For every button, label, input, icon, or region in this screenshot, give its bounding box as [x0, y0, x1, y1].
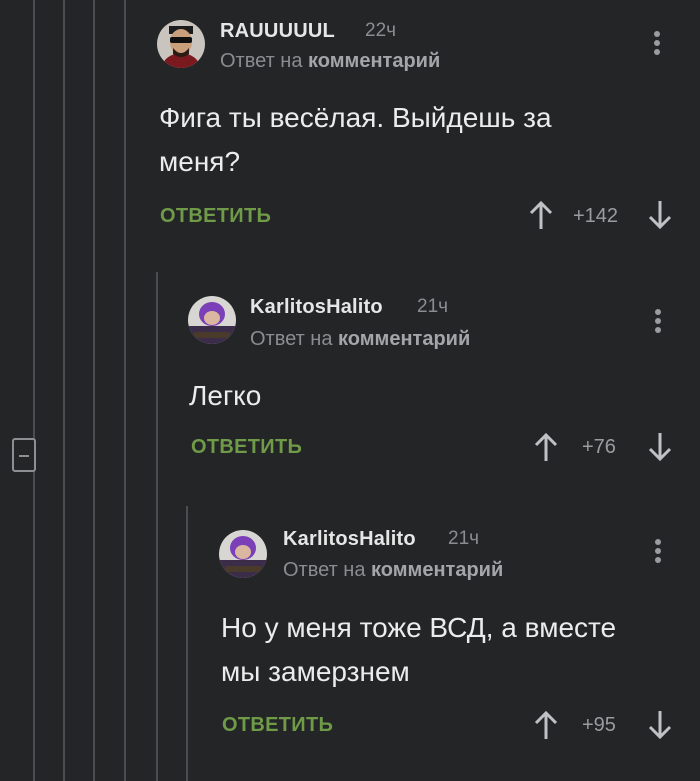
author-name[interactable]: KarlitosHalito — [250, 296, 383, 319]
reply-button[interactable]: ОТВЕТИТЬ — [222, 714, 333, 737]
downvote-arrow-icon[interactable] — [647, 200, 673, 230]
comment-text: Легко — [189, 374, 261, 418]
thread-line — [124, 0, 126, 781]
collapse-thread-button[interactable] — [12, 438, 36, 472]
rating-count: +95 — [582, 714, 616, 736]
comment: KarlitosHalito 21ч Ответ на комментарий … — [188, 272, 700, 492]
avatar[interactable] — [157, 20, 205, 68]
comment-text-line: мы замерзнем — [221, 656, 410, 687]
avatar[interactable] — [219, 530, 267, 578]
thread-line — [186, 506, 188, 781]
reply-button[interactable]: ОТВЕТИТЬ — [191, 436, 302, 459]
reply-to-prefix: Ответ на — [220, 50, 309, 72]
thread-line — [156, 272, 158, 781]
downvote-arrow-icon[interactable] — [647, 432, 673, 462]
author-name[interactable]: KarlitosHalito — [283, 528, 416, 551]
downvote-arrow-icon[interactable] — [647, 710, 673, 740]
thread-line — [93, 0, 95, 781]
reply-to-label: Ответ на комментарий — [220, 50, 440, 73]
reply-to-prefix: Ответ на — [283, 559, 372, 581]
avatar-man-sunglasses-icon — [157, 20, 205, 68]
reply-to-link[interactable]: комментарий — [371, 559, 503, 581]
thread-line — [63, 0, 65, 781]
rating-count: +142 — [573, 205, 619, 227]
comment-text: Фига ты весёлая. Выйдешь за меня? — [159, 96, 552, 184]
comment-text: Но у меня тоже ВСД, а вместе мы замерзне… — [221, 606, 616, 694]
comment-text-line: меня? — [159, 146, 241, 177]
comment-time: 21ч — [448, 528, 480, 549]
reply-to-label: Ответ на комментарий — [283, 559, 503, 582]
avatar-purple-hair-icon — [188, 296, 236, 344]
author-name[interactable]: RAUUUUUL — [220, 20, 335, 43]
avatar[interactable] — [188, 296, 236, 344]
comment: KarlitosHalito 21ч Ответ на комментарий … — [219, 506, 700, 781]
more-options-icon[interactable] — [653, 31, 661, 61]
reply-to-label: Ответ на комментарий — [250, 328, 470, 351]
reply-to-link[interactable]: комментарий — [308, 50, 440, 72]
comment-text-line: Фига ты весёлая. Выйдешь за — [159, 102, 552, 133]
comment-text-line: Но у меня тоже ВСД, а вместе — [221, 612, 617, 643]
more-options-icon[interactable] — [654, 309, 662, 339]
comment-time: 22ч — [365, 20, 397, 41]
reply-to-link[interactable]: комментарий — [338, 328, 470, 350]
comment-time: 21ч — [417, 296, 449, 317]
rating-count: +76 — [582, 436, 616, 458]
reply-button[interactable]: ОТВЕТИТЬ — [160, 205, 271, 228]
avatar-purple-hair-icon — [219, 530, 267, 578]
comment-text-line: Легко — [189, 380, 262, 411]
upvote-arrow-icon[interactable] — [528, 200, 554, 230]
upvote-arrow-icon[interactable] — [533, 710, 559, 740]
more-options-icon[interactable] — [654, 539, 662, 569]
reply-to-prefix: Ответ на — [250, 328, 339, 350]
comment: RAUUUUUL 22ч Ответ на комментарий Фига т… — [157, 0, 700, 260]
upvote-arrow-icon[interactable] — [533, 432, 559, 462]
thread-line — [33, 0, 35, 781]
